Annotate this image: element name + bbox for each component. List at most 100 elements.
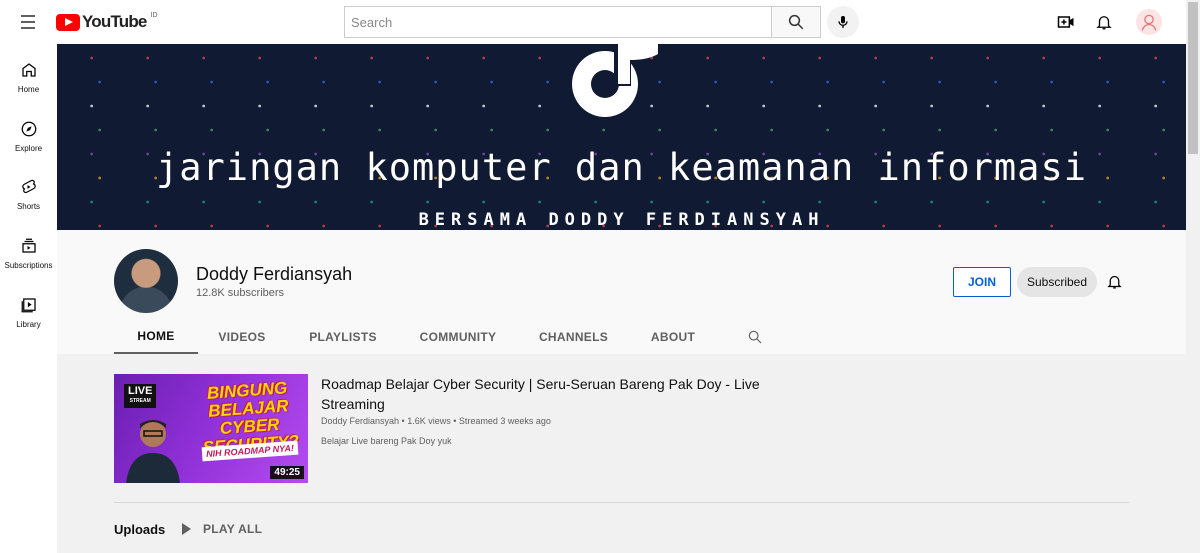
banner-dot <box>1162 128 1166 132</box>
voice-search-button[interactable] <box>827 6 859 38</box>
banner-dot <box>258 200 262 204</box>
bell-icon <box>1096 16 1112 30</box>
channel-avatar[interactable] <box>114 249 178 313</box>
page-scrollbar[interactable] <box>1186 0 1200 553</box>
play-all-label: PLAY ALL <box>203 522 263 536</box>
banner-dot <box>154 128 158 132</box>
banner-dot <box>370 200 374 204</box>
scroll-thumb[interactable] <box>1188 2 1198 154</box>
sidebar-item-label: Home <box>17 85 40 94</box>
youtube-play-icon <box>56 13 80 31</box>
banner-dot <box>490 80 494 84</box>
banner-dot <box>650 200 654 204</box>
search-input[interactable] <box>351 14 772 30</box>
banner-dot <box>90 104 94 108</box>
banner-dot <box>874 56 878 60</box>
banner-dot <box>426 56 430 60</box>
banner-dot <box>706 104 710 108</box>
tab-playlists[interactable]: PLAYLISTS <box>286 319 400 354</box>
banner-dot <box>258 56 262 60</box>
create-video-icon <box>1057 16 1074 28</box>
banner-dot <box>482 56 486 60</box>
account-avatar[interactable] <box>1136 9 1162 35</box>
notifications-button[interactable] <box>1093 11 1115 33</box>
banner-dot <box>874 104 878 108</box>
country-code: ID <box>150 11 158 19</box>
banner-dot <box>1154 200 1158 204</box>
banner-dot <box>98 80 102 84</box>
banner-dot <box>210 128 214 132</box>
banner-dot <box>1050 80 1054 84</box>
menu-icon[interactable] <box>17 11 39 33</box>
banner-dot <box>874 200 878 204</box>
tab-channels[interactable]: CHANNELS <box>516 319 631 354</box>
banner-dot <box>314 56 318 60</box>
logo-text: YouTube <box>82 12 147 31</box>
banner-dot <box>434 128 438 132</box>
search-icon <box>748 330 762 344</box>
channel-name: Doddy Ferdiansyah <box>196 264 353 284</box>
tab-home[interactable]: HOME <box>114 319 198 354</box>
banner-dot <box>594 200 598 204</box>
join-button[interactable]: JOIN <box>953 267 1011 297</box>
banner-dot <box>762 200 766 204</box>
home-icon <box>19 60 39 80</box>
top-bar: YouTube ID <box>0 0 1186 44</box>
shorts-icon <box>19 177 39 197</box>
banner-dot <box>202 104 206 108</box>
banner-dot <box>266 80 270 84</box>
channel-search-button[interactable] <box>744 326 766 348</box>
banner-dot <box>482 104 486 108</box>
microphone-icon <box>838 16 848 28</box>
library-icon <box>19 295 39 315</box>
banner-dot <box>434 80 438 84</box>
play-all-button[interactable]: PLAY ALL <box>182 519 262 539</box>
create-button[interactable] <box>1055 11 1077 33</box>
channel-notifications-button[interactable] <box>1103 270 1125 292</box>
featured-video-title[interactable]: Roadmap Belajar Cyber Security | Seru-Se… <box>321 374 781 414</box>
sidebar-item-home[interactable]: Home <box>0 60 57 110</box>
sidebar-item-label: Shorts <box>16 202 41 211</box>
banner-dot <box>1042 56 1046 60</box>
banner-dot <box>986 200 990 204</box>
subscriber-count: 12.8K subscribers <box>196 287 285 299</box>
featured-video-meta: Doddy Ferdiansyah • 1.6K views • Streame… <box>321 416 551 426</box>
banner-dot <box>154 80 158 84</box>
search-button[interactable] <box>771 6 821 38</box>
sidebar-item-library[interactable]: Library <box>0 295 57 345</box>
sidebar-item-subscriptions[interactable]: Subscriptions <box>0 236 57 286</box>
banner-dot <box>146 56 150 60</box>
banner-dot <box>882 80 886 84</box>
section-divider <box>114 502 1129 503</box>
search-box <box>344 6 772 38</box>
banner-dot <box>930 200 934 204</box>
banner-dot <box>482 200 486 204</box>
banner-dot <box>714 80 718 84</box>
user-avatar-icon <box>1141 14 1157 31</box>
search-icon <box>788 14 804 30</box>
youtube-logo[interactable]: YouTube ID <box>56 12 158 32</box>
banner-dot <box>770 128 774 132</box>
banner-dot <box>426 200 430 204</box>
channel-header: Doddy Ferdiansyah 12.8K subscribers JOIN… <box>57 230 1186 354</box>
banner-dot <box>546 128 550 132</box>
banner-dot <box>930 104 934 108</box>
featured-video-thumbnail[interactable]: LIVE STREAM BINGUNG BELAJAR CYBER SECURI… <box>114 374 308 483</box>
channel-tabs: HOME VIDEOS PLAYLISTS COMMUNITY CHANNELS… <box>114 319 715 354</box>
sidebar-item-explore[interactable]: Explore <box>0 119 57 169</box>
tab-community[interactable]: COMMUNITY <box>400 319 516 354</box>
featured-video-description: Belajar Live bareng Pak Doy yuk <box>321 436 452 446</box>
play-icon <box>182 523 191 535</box>
banner-dot <box>538 200 542 204</box>
banner-dot <box>1098 200 1102 204</box>
banner-dot <box>146 104 150 108</box>
banner-dot <box>1106 128 1110 132</box>
video-duration: 49:25 <box>270 466 304 479</box>
banner-dot <box>714 128 718 132</box>
banner-dot <box>818 104 822 108</box>
sidebar-item-shorts[interactable]: Shorts <box>0 177 57 227</box>
tab-about[interactable]: ABOUT <box>631 319 715 354</box>
subscribed-button[interactable]: Subscribed <box>1017 267 1097 297</box>
tab-videos[interactable]: VIDEOS <box>198 319 286 354</box>
banner-dot <box>210 80 214 84</box>
